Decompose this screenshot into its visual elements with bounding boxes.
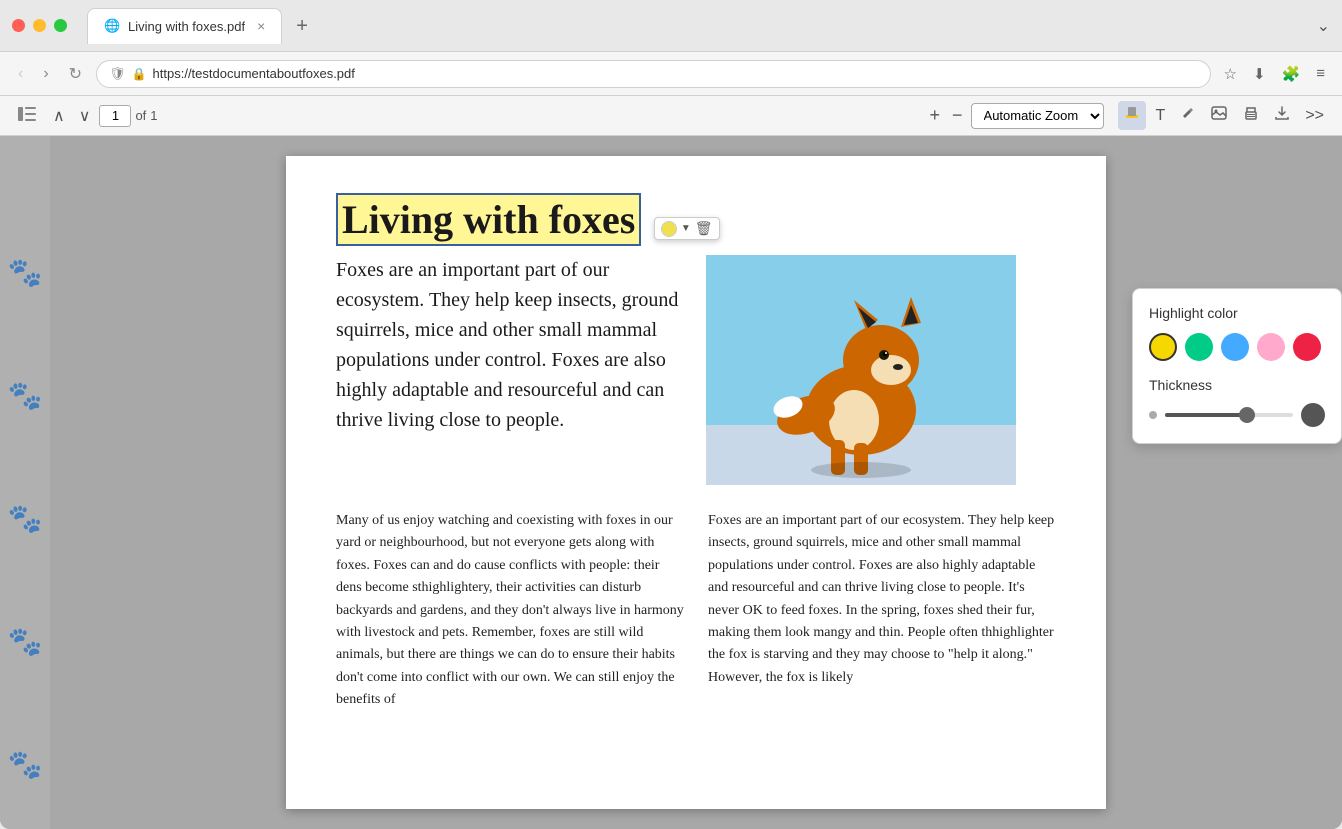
page-of-label: of [135, 108, 146, 123]
page-number-input[interactable] [99, 105, 131, 127]
window-controls [12, 19, 67, 32]
highlight-panel: Highlight color Thickness [1132, 288, 1342, 444]
close-button[interactable] [12, 19, 25, 32]
save-icon [1275, 106, 1289, 120]
thickness-track [1165, 413, 1242, 417]
tab-close-button[interactable]: × [257, 18, 265, 34]
panel-title: Highlight color [1149, 305, 1325, 321]
tab-bar: 🌐 Living with foxes.pdf × + ⌄ [87, 8, 1330, 44]
shield-icon: 🛡 [109, 66, 126, 82]
intro-paragraph: Foxes are an important part of our ecosy… [336, 255, 686, 490]
maximize-button[interactable] [54, 19, 67, 32]
paw-icon-5: 🐾 [8, 748, 43, 781]
sidebar-toggle-button[interactable] [12, 103, 42, 128]
url-text: https://testdocumentaboutfoxes.pdf [153, 66, 355, 81]
forward-button[interactable]: › [37, 61, 54, 87]
paw-icon-1: 🐾 [8, 256, 43, 289]
menu-button[interactable]: ≡ [1311, 61, 1330, 86]
pdf-page: Living with foxes ▼ 🗑 Foxes are an impor… [286, 156, 1106, 809]
title-bar: 🌐 Living with foxes.pdf × + ⌄ [0, 0, 1342, 52]
thickness-min-icon [1149, 411, 1157, 419]
active-tab[interactable]: 🌐 Living with foxes.pdf × [87, 8, 282, 44]
back-button[interactable]: ‹ [12, 61, 29, 87]
zoom-controls: + − Automatic Zoom 50% 75% 100% 125% 150… [926, 103, 1104, 129]
color-green-swatch[interactable] [1185, 333, 1213, 361]
pocket-button[interactable]: ⬇ [1248, 61, 1271, 87]
zoom-select[interactable]: Automatic Zoom 50% 75% 100% 125% 150% [971, 103, 1104, 129]
pdf-toolbar: ∧ ∨ of 1 + − Automatic Zoom 50% 75% 100%… [0, 96, 1342, 136]
page-navigation: ∧ ∨ of 1 [48, 104, 158, 128]
print-icon [1243, 106, 1259, 120]
pdf-sidebar: 🐾 🐾 🐾 🐾 🐾 [0, 136, 50, 829]
zoom-out-button[interactable]: − [948, 105, 967, 126]
extensions-button[interactable]: 🧩 [1277, 61, 1306, 87]
popup-dropdown-icon[interactable]: ▼ [681, 223, 691, 234]
thickness-max-icon [1301, 403, 1325, 427]
color-red-swatch[interactable] [1293, 333, 1321, 361]
body-text-section: Many of us enjoy watching and coexisting… [336, 510, 1056, 712]
image-icon [1211, 106, 1227, 120]
pdf-viewport[interactable]: Living with foxes ▼ 🗑 Foxes are an impor… [50, 136, 1342, 829]
more-tools-button[interactable]: >> [1299, 103, 1330, 129]
fox-image-container [706, 255, 1056, 490]
highlight-icon [1124, 105, 1140, 121]
address-bar[interactable]: 🛡 🔒 https://testdocumentaboutfoxes.pdf [96, 60, 1210, 88]
page-total-label: 1 [150, 108, 157, 123]
popup-color-swatch [661, 221, 677, 237]
paw-icon-4: 🐾 [8, 625, 43, 658]
page-up-button[interactable]: ∧ [48, 104, 70, 128]
page-down-button[interactable]: ∨ [74, 104, 96, 128]
tab-favicon-icon: 🌐 [104, 18, 120, 34]
color-swatches [1149, 333, 1325, 361]
pdf-title: Living with foxes [336, 193, 641, 246]
color-pink-swatch[interactable] [1257, 333, 1285, 361]
zoom-in-button[interactable]: + [926, 105, 945, 126]
text-tool-button[interactable]: T [1150, 103, 1172, 129]
highlight-tool-button[interactable] [1118, 101, 1146, 130]
minimize-button[interactable] [33, 19, 46, 32]
bookmark-button[interactable]: ☆ [1219, 61, 1242, 87]
content-area: 🐾 🐾 🐾 🐾 🐾 Living with foxes ▼ 🗑 [0, 136, 1342, 829]
new-tab-button[interactable]: + [290, 16, 314, 36]
tab-list-button[interactable]: ⌄ [1317, 16, 1330, 36]
thickness-label: Thickness [1149, 377, 1325, 393]
sidebar-toggle-icon [18, 107, 36, 121]
paw-icon-2: 🐾 [8, 379, 43, 412]
pdf-title-section: Living with foxes ▼ 🗑 [336, 196, 1056, 243]
nav-bar: ‹ › ↻ 🛡 🔒 https://testdocumentaboutfoxes… [0, 52, 1342, 96]
nav-right-buttons: ☆ ⬇ 🧩 ≡ [1219, 61, 1330, 87]
draw-tool-button[interactable] [1175, 102, 1201, 129]
color-blue-swatch[interactable] [1221, 333, 1249, 361]
print-button[interactable] [1237, 102, 1265, 129]
popup-delete-button[interactable]: 🗑 [695, 220, 713, 237]
tab-title-label: Living with foxes.pdf [128, 19, 245, 34]
save-button[interactable] [1269, 102, 1295, 129]
thickness-slider-row [1149, 403, 1325, 427]
pen-icon [1181, 106, 1195, 120]
highlight-popup[interactable]: ▼ 🗑 [654, 217, 720, 240]
body-col1: Many of us enjoy watching and coexisting… [336, 510, 684, 712]
intro-section: Foxes are an important part of our ecosy… [336, 255, 1056, 490]
refresh-button[interactable]: ↻ [63, 60, 88, 88]
toolbar-right-tools: T [1118, 101, 1330, 130]
lock-icon: 🔒 [132, 67, 147, 81]
color-yellow-swatch[interactable] [1149, 333, 1177, 361]
thickness-thumb[interactable] [1239, 407, 1255, 423]
thickness-slider[interactable] [1165, 413, 1293, 417]
image-tool-button[interactable] [1205, 102, 1233, 129]
fox-image [706, 255, 1016, 485]
paw-icon-3: 🐾 [8, 502, 43, 535]
body-col2: Foxes are an important part of our ecosy… [708, 510, 1056, 712]
